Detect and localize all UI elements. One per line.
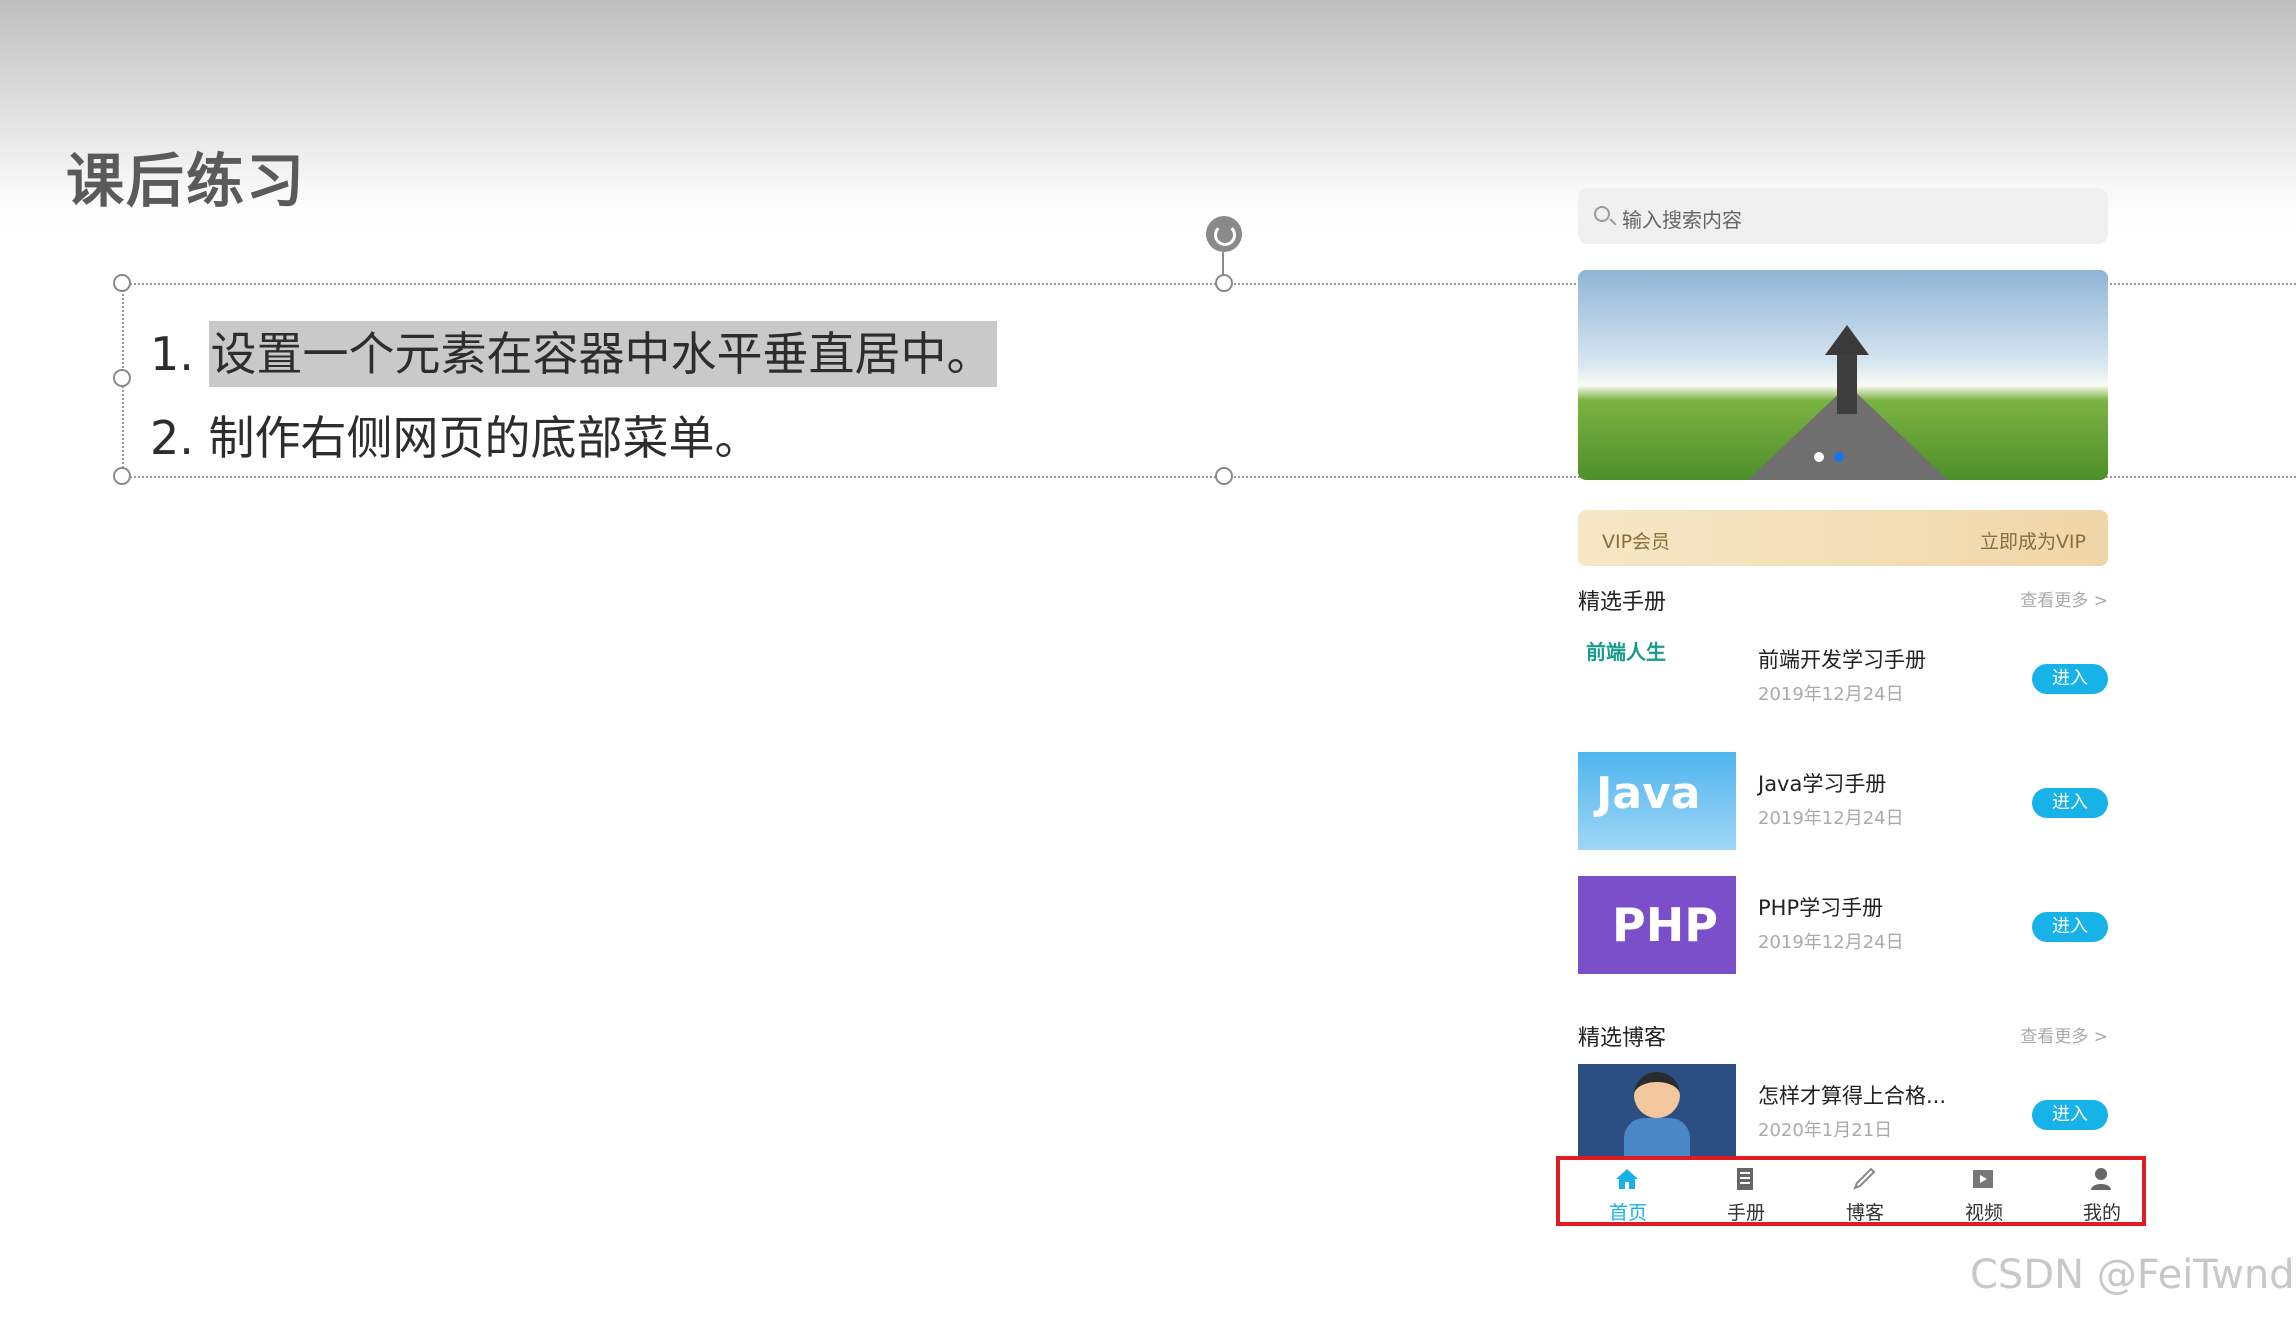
php-thumbnail: PHP xyxy=(1578,876,1736,974)
video-icon xyxy=(1973,1170,1993,1188)
item-date: 2019年12月24日 xyxy=(1758,932,1904,953)
exercise-number: 1. xyxy=(150,327,194,381)
frontend-thumbnail: 前端人生 xyxy=(1578,628,1736,726)
enter-button[interactable]: 进入 xyxy=(2032,1100,2108,1130)
carousel-dot[interactable] xyxy=(1814,452,1824,462)
resize-handle-middle-left[interactable] xyxy=(113,369,131,387)
manuals-section-title: 精选手册 xyxy=(1578,590,1667,615)
search-placeholder: 输入搜索内容 xyxy=(1622,208,1742,232)
list-item[interactable]: PHP PHP学习手册 2019年12月24日 进入 xyxy=(1578,876,2108,976)
blog-thumbnail xyxy=(1578,1064,1736,1162)
search-icon xyxy=(1594,206,1610,222)
tab-label: 首页 xyxy=(1608,1202,1647,1224)
blogs-section-title: 精选博客 xyxy=(1578,1026,1667,1051)
item-title: PHP学习手册 xyxy=(1758,896,1884,920)
tab-label: 博客 xyxy=(1845,1202,1884,1224)
item-title: Java学习手册 xyxy=(1758,772,1887,796)
character-body xyxy=(1624,1118,1690,1158)
resize-handle-top-left[interactable] xyxy=(113,274,131,292)
resize-handle-bottom-center[interactable] xyxy=(1215,467,1233,485)
pen-icon xyxy=(1853,1167,1876,1190)
exercise-text: 制作右侧网页的底部菜单。 xyxy=(208,411,761,465)
enter-button[interactable]: 进入 xyxy=(2032,912,2108,942)
tab-manual[interactable]: 手册 xyxy=(1696,1164,1796,1224)
banner-carousel[interactable] xyxy=(1578,270,2108,480)
exercise-text: 设置一个元素在容器中水平垂直居中。 xyxy=(208,321,997,387)
search-bar[interactable]: 输入搜索内容 xyxy=(1578,188,2108,244)
list-item[interactable]: 怎样才算得上合格... 2020年1月21日 进入 xyxy=(1578,1064,2108,1164)
book-icon xyxy=(1737,1168,1753,1190)
list-item[interactable]: 前端人生 前端开发学习手册 2019年12月24日 进入 xyxy=(1578,628,2108,728)
phone-mockup: 输入搜索内容 VIP会员 立即成为VIP 精选手册 查看更多 > 前端人生 前端… xyxy=(1556,180,2146,1230)
thumbnail-text: PHP xyxy=(1612,898,1718,952)
vip-label: VIP会员 xyxy=(1602,531,1671,553)
enter-button[interactable]: 进入 xyxy=(2032,788,2108,818)
bottom-tab-bar: 首页 手册 博客 视频 我的 xyxy=(1556,1156,2146,1226)
tab-profile[interactable]: 我的 xyxy=(2052,1164,2152,1224)
thumbnail-text: Java xyxy=(1596,768,1701,819)
list-item[interactable]: Java Java学习手册 2019年12月24日 进入 xyxy=(1578,752,2108,852)
exercise-number: 2. xyxy=(150,411,194,465)
vip-bar[interactable]: VIP会员 立即成为VIP xyxy=(1578,510,2108,566)
slide-title: 课后练习 xyxy=(66,147,307,215)
tab-label: 手册 xyxy=(1726,1202,1765,1224)
item-date: 2019年12月24日 xyxy=(1758,684,1904,705)
character-face xyxy=(1634,1072,1680,1118)
blogs-more-link[interactable]: 查看更多 > xyxy=(2020,1022,2108,1047)
tab-video[interactable]: 视频 xyxy=(1934,1164,2034,1224)
item-date: 2019年12月24日 xyxy=(1758,808,1904,829)
resize-handle-top-center[interactable] xyxy=(1215,274,1233,292)
manuals-more-link[interactable]: 查看更多 > xyxy=(2020,586,2108,611)
tab-blog[interactable]: 博客 xyxy=(1815,1164,1915,1224)
enter-button[interactable]: 进入 xyxy=(2032,664,2108,694)
tab-label: 我的 xyxy=(2082,1202,2121,1224)
home-icon xyxy=(1616,1169,1638,1189)
rotate-handle-icon[interactable] xyxy=(1206,216,1242,252)
carousel-dot-active[interactable] xyxy=(1834,452,1844,462)
exercise-item-1[interactable]: 1. 设置一个元素在容器中水平垂直居中。 xyxy=(150,318,997,387)
exercise-item-2[interactable]: 2. 制作右侧网页的底部菜单。 xyxy=(150,402,761,468)
up-arrow-icon xyxy=(1825,325,1869,355)
watermark: CSDN @FeiTwnd xyxy=(1970,1252,2295,1298)
arrow-shaft xyxy=(1837,354,1857,414)
tab-home[interactable]: 首页 xyxy=(1578,1164,1678,1224)
vip-join-link[interactable]: 立即成为VIP xyxy=(1980,527,2086,554)
item-title: 前端开发学习手册 xyxy=(1758,648,1926,672)
java-thumbnail: Java xyxy=(1578,752,1736,850)
user-icon xyxy=(2091,1168,2111,1190)
thumbnail-text: 前端人生 xyxy=(1586,640,1666,664)
item-date: 2020年1月21日 xyxy=(1758,1120,1893,1141)
resize-handle-bottom-left[interactable] xyxy=(113,467,131,485)
tab-label: 视频 xyxy=(1964,1202,2003,1224)
item-title: 怎样才算得上合格... xyxy=(1758,1084,1947,1108)
